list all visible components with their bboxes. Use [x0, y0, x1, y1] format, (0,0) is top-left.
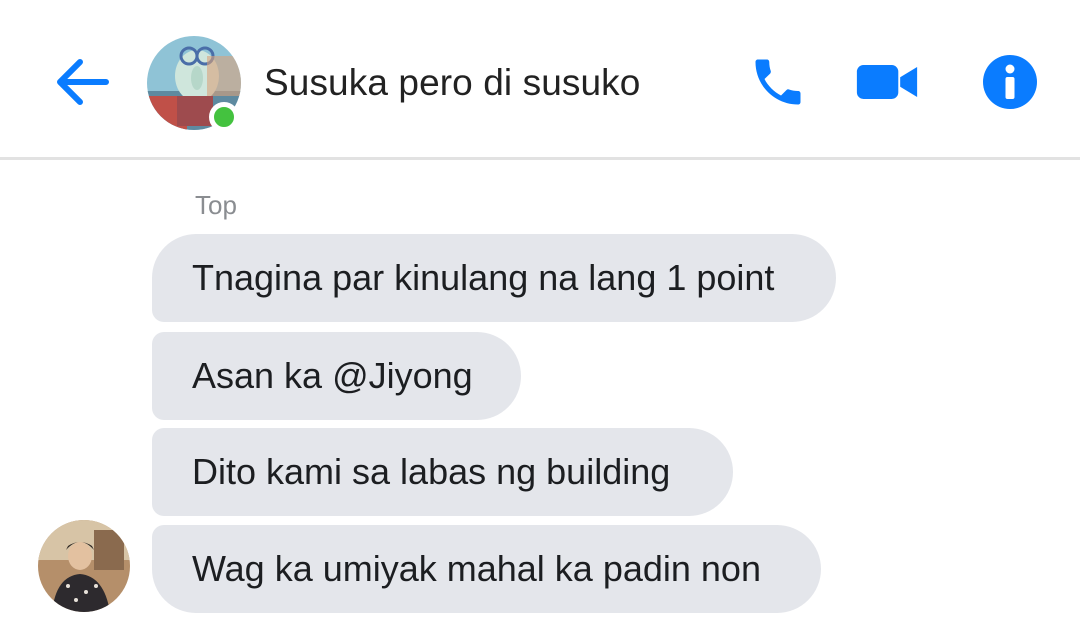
conversation-top-label: Top	[195, 190, 237, 220]
chat-header: Susuka pero di susuko	[0, 0, 1080, 160]
conversation-info-button[interactable]	[978, 50, 1042, 114]
group-avatar[interactable]	[147, 36, 241, 132]
messenger-chat-screen: Susuka pero di susuko Top Tnagina par ki…	[0, 0, 1080, 640]
back-arrow-icon	[57, 59, 109, 105]
online-status-dot	[209, 102, 239, 132]
message-bubble[interactable]: Wag ka umiyak mahal ka padin non	[152, 525, 821, 613]
video-camera-icon	[856, 65, 918, 99]
chat-title[interactable]: Susuka pero di susuko	[264, 62, 640, 104]
back-button[interactable]	[46, 50, 116, 114]
video-call-button[interactable]	[855, 50, 919, 114]
message-bubble[interactable]: Dito kami sa labas ng building	[152, 428, 733, 516]
message-bubble[interactable]: Tnagina par kinulang na lang 1 point	[152, 234, 836, 322]
phone-icon	[755, 59, 801, 105]
sender-avatar[interactable]	[38, 520, 130, 612]
voice-call-button[interactable]	[746, 50, 810, 114]
message-bubble[interactable]: Asan ka @Jiyong	[152, 332, 521, 420]
info-icon	[983, 55, 1037, 109]
